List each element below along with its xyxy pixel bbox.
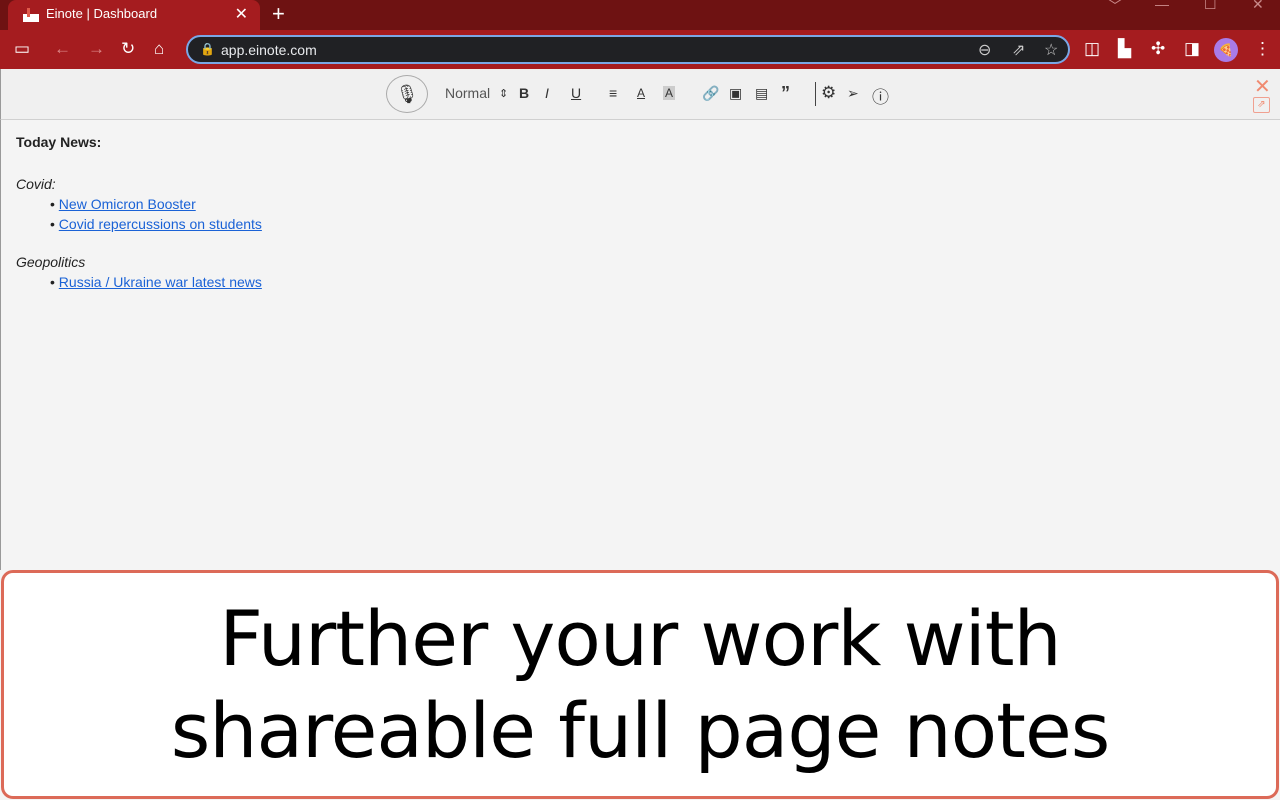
tab-search-icon[interactable]: ﹀ [1108,0,1122,16]
link-icon[interactable]: 🔗 [702,85,719,102]
back-icon[interactable]: ← [54,39,71,59]
link-list: New Omicron Booster Covid repercussions … [50,196,1265,232]
profile-avatar[interactable]: 🍕 [1214,38,1238,62]
news-link[interactable]: Russia / Ukraine war latest news [59,274,262,290]
promo-banner: Further your work with shareable full pa… [1,570,1279,799]
section-title: Geopolitics [16,254,86,270]
format-select[interactable]: Normal [445,85,490,101]
close-tab-icon[interactable]: ✕ [235,4,248,24]
underline-icon[interactable]: U [571,85,581,101]
home-icon[interactable]: ⌂ [154,39,164,59]
send-icon[interactable]: ➢ [847,85,859,102]
info-icon[interactable]: ⓘ [872,83,889,108]
video-icon[interactable]: ▤ [755,85,768,102]
zoom-icon[interactable]: ⊖ [978,40,991,60]
side-panel-right-icon[interactable]: ◨ [1184,39,1200,59]
browser-toolbar: ▭ ← → ↻ ⌂ 🔒 app.einote.com ⊖ ⇗ ☆ ◫ ▙ ✣ ◨… [0,30,1280,69]
list-item: New Omicron Booster [50,196,1265,212]
forward-icon[interactable]: → [88,39,105,59]
quote-icon[interactable]: ” [781,83,790,104]
reload-icon[interactable]: ↻ [121,39,135,59]
new-tab-icon[interactable]: + [272,1,285,27]
bold-icon[interactable]: B [519,85,529,101]
list-item: Covid repercussions on students [50,216,1265,232]
minimize-icon[interactable]: — [1155,0,1169,12]
note-heading: Today News: [16,134,102,150]
background-color-icon[interactable]: A [663,86,676,100]
open-external-icon[interactable]: ⇗ [1253,97,1270,113]
maximize-icon[interactable]: ☐ [1204,0,1217,13]
tab-einote[interactable]: Einote | Dashboard ✕ [8,0,260,30]
lock-icon: 🔒 [200,42,215,56]
bookmark-star-icon[interactable]: ☆ [1044,40,1058,60]
banner-line-2: shareable full page notes [170,686,1111,775]
settings-gear-icon[interactable]: ⚙ [821,83,836,103]
address-bar[interactable]: 🔒 app.einote.com ⊖ ⇗ ☆ [186,35,1070,64]
extensions-puzzle-icon[interactable]: ✣ [1151,39,1165,59]
einote-extension-icon[interactable]: ▙ [1118,39,1131,59]
banner-line-1: Further your work with [219,594,1061,683]
side-panel-icon[interactable]: ▭ [14,39,30,59]
menu-kebab-icon[interactable]: ⋮ [1254,39,1271,59]
align-icon[interactable]: ≡ [609,85,617,101]
tab-title: Einote | Dashboard [46,6,158,21]
url-text: app.einote.com [221,42,317,58]
italic-icon[interactable]: I [545,85,549,101]
toolbar-divider [815,82,816,106]
close-panel-icon[interactable]: ✕ [1254,74,1271,99]
close-window-icon[interactable]: ✕ [1252,0,1264,13]
text-color-icon[interactable]: A [637,86,645,100]
news-link[interactable]: Covid repercussions on students [59,216,262,232]
news-link[interactable]: New Omicron Booster [59,196,196,212]
microphone-icon[interactable]: 🎙 [386,75,428,113]
section-title: Covid: [16,176,56,192]
editor-toolbar: 🎙 Normal ⇕ B I U ≡ A A 🔗 ▣ ▤ ” ⚙ ➢ ⓘ ✕ ⇗ [0,69,1280,120]
link-list: Russia / Ukraine war latest news [50,274,1265,290]
tab-strip: Einote | Dashboard ✕ + ﹀ — ☐ ✕ [0,0,1280,30]
image-icon[interactable]: ▣ [729,85,742,102]
list-item: Russia / Ukraine war latest news [50,274,1265,290]
reading-mode-icon[interactable]: ◫ [1084,39,1100,59]
einote-logo-icon [23,8,39,22]
select-arrows-icon[interactable]: ⇕ [499,87,508,100]
note-editor[interactable]: Today News: Covid: New Omicron Booster C… [0,120,1280,570]
share-icon[interactable]: ⇗ [1012,40,1025,60]
